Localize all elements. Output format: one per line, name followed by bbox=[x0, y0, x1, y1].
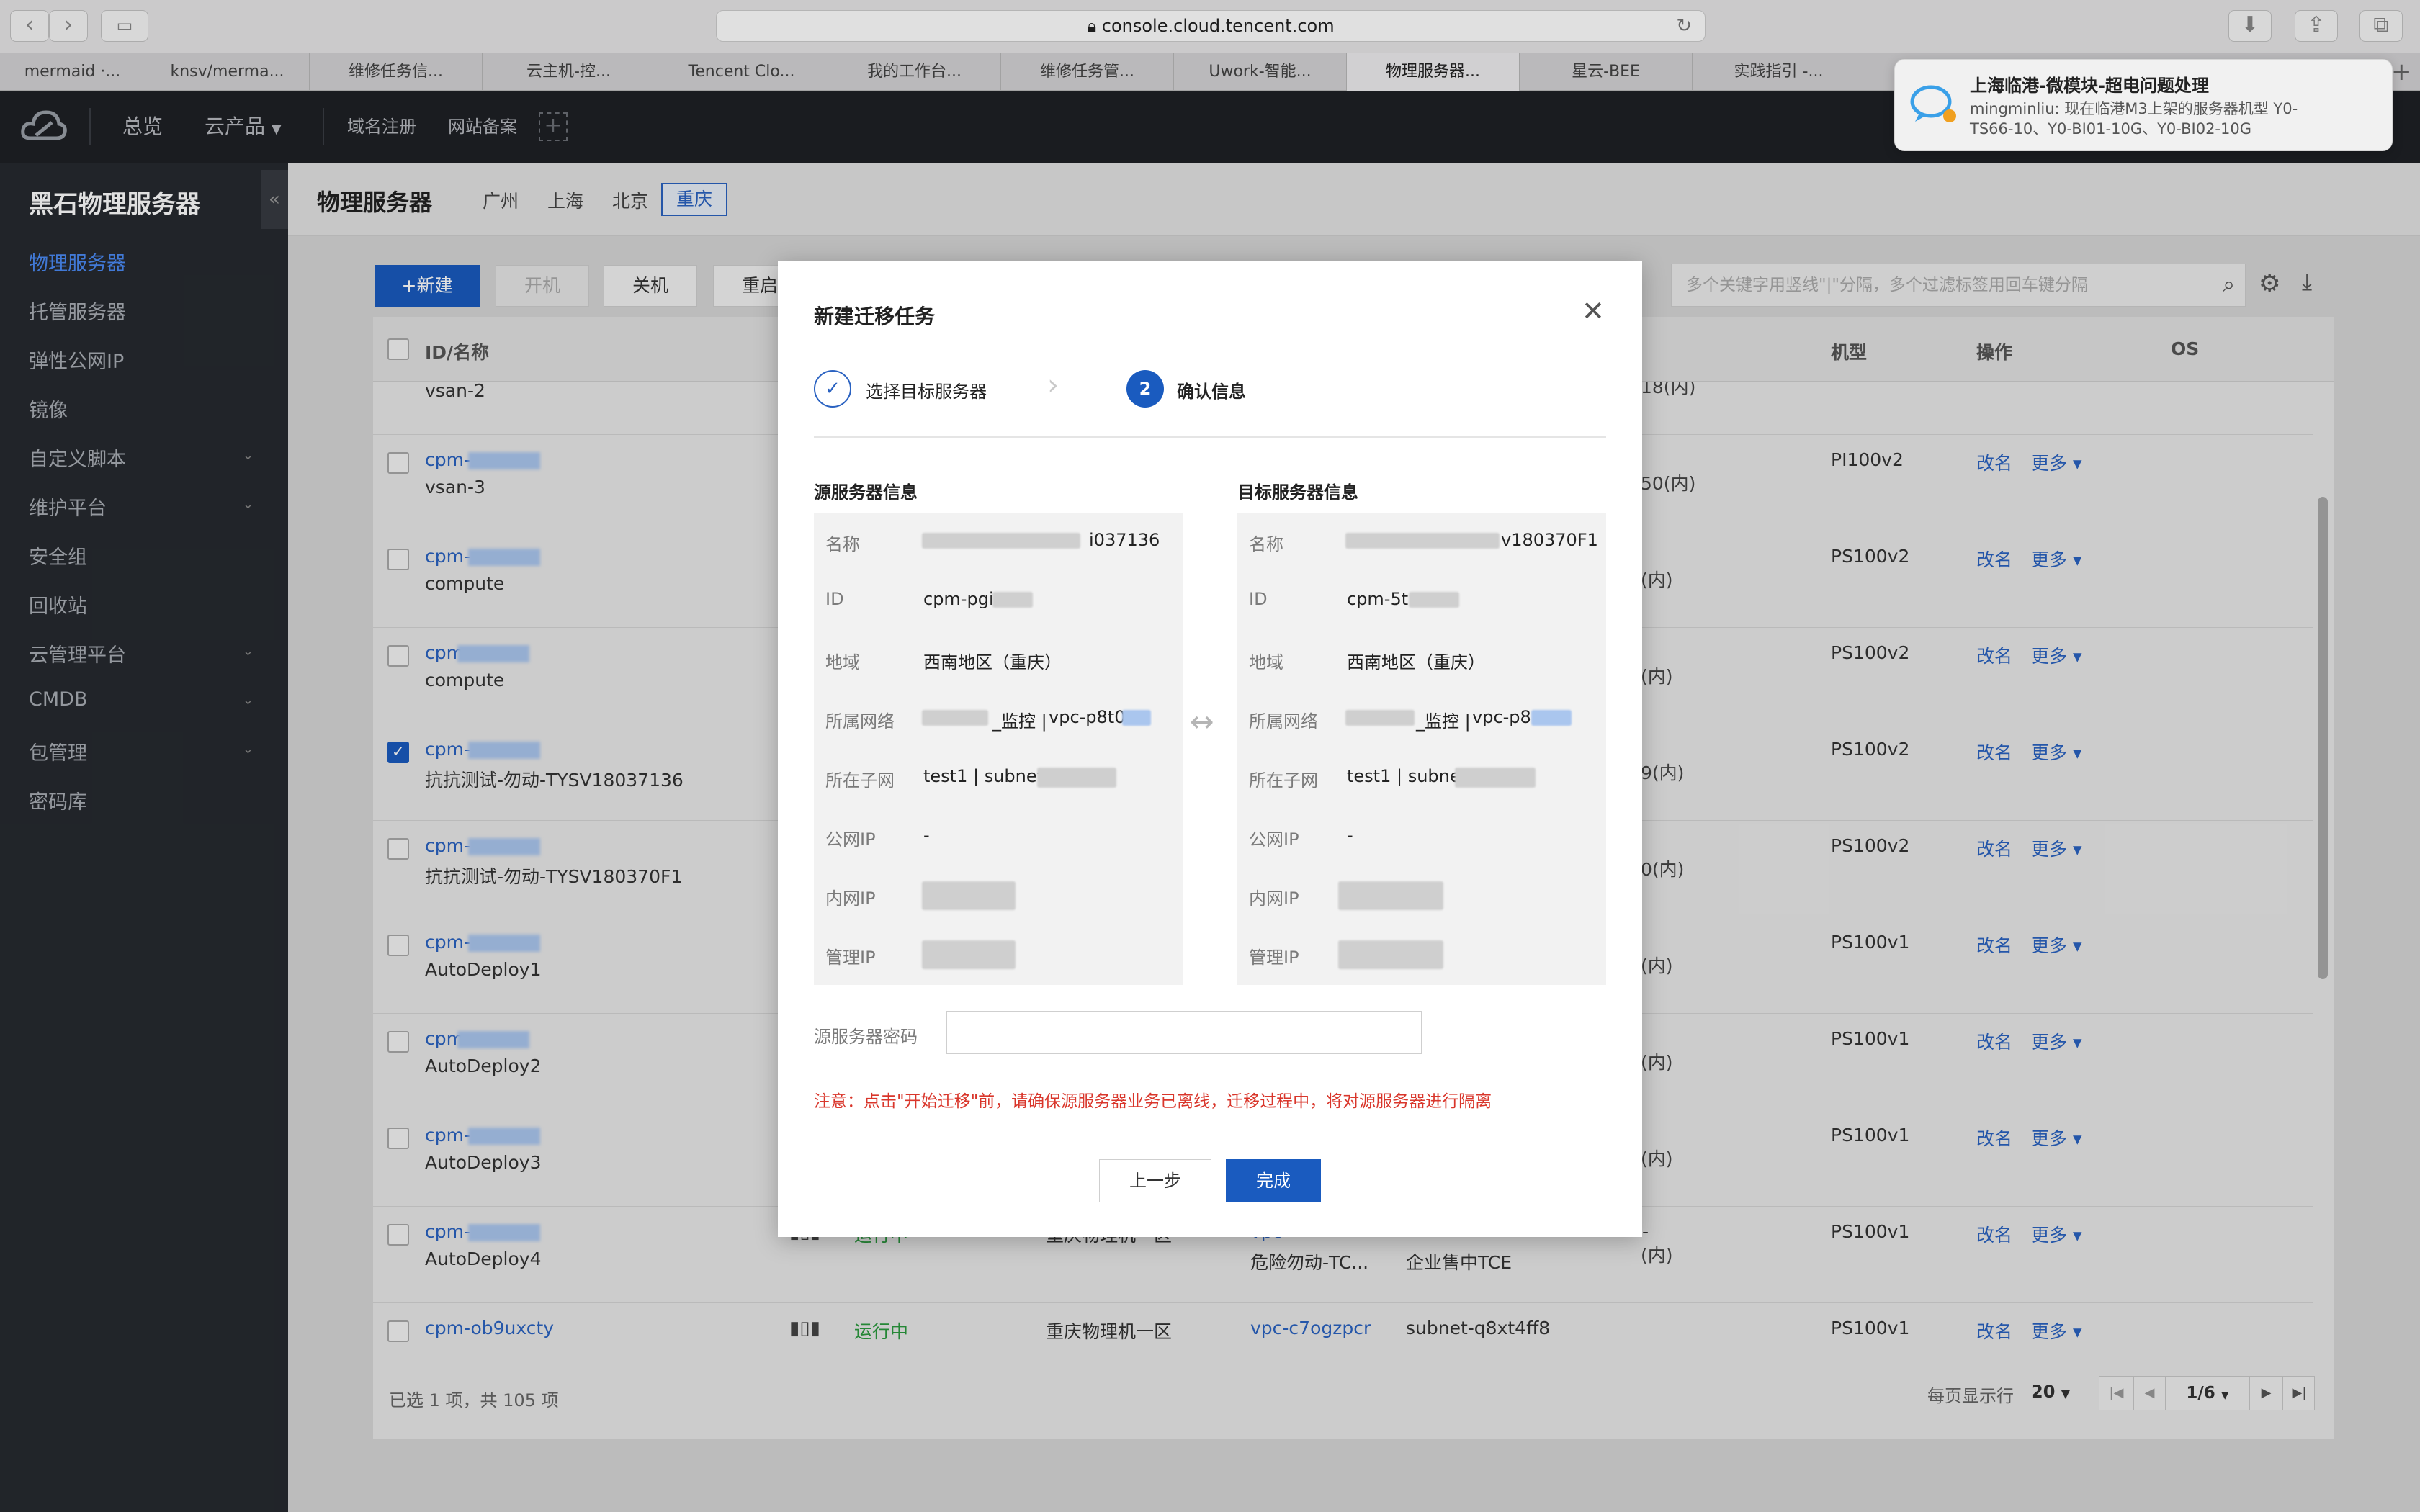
target-region-value: 西南地区（重庆） bbox=[1347, 652, 1485, 672]
modal-title: 新建迁移任务 bbox=[814, 305, 936, 328]
label-public-ip: 公网IP bbox=[825, 829, 876, 850]
label-public-ip: 公网IP bbox=[1249, 829, 1299, 850]
step2-number: 2 bbox=[1126, 370, 1164, 408]
label-name: 名称 bbox=[1249, 534, 1283, 554]
finish-button[interactable]: 完成 bbox=[1226, 1159, 1321, 1202]
label-private-ip: 内网IP bbox=[825, 888, 876, 909]
label-network: 所属网络 bbox=[825, 711, 895, 732]
target-title: 目标服务器信息 bbox=[1237, 482, 1358, 503]
source-title: 源服务器信息 bbox=[814, 482, 918, 503]
source-network-value: _监控 | bbox=[992, 711, 1047, 732]
migration-modal: 新建迁移任务 ✕ ✓ 选择目标服务器 › 2 确认信息 源服务器信息 目标服务器… bbox=[778, 261, 1642, 1237]
prev-button[interactable]: 上一步 bbox=[1099, 1159, 1211, 1202]
source-id-value: cpm-pgi bbox=[923, 589, 994, 609]
password-label: 源服务器密码 bbox=[814, 1027, 918, 1047]
target-name-value: v180370F1 bbox=[1501, 530, 1598, 550]
source-name-value: i037136 bbox=[1089, 530, 1160, 550]
label-id: ID bbox=[1249, 589, 1268, 609]
chat-app-icon bbox=[1908, 81, 1958, 126]
notification-line1: mingminliu: 现在临港M3上架的服务器机型 Y0- bbox=[1970, 100, 2298, 117]
label-name: 名称 bbox=[825, 534, 860, 554]
step1-label: 选择目标服务器 bbox=[866, 382, 987, 402]
label-id: ID bbox=[825, 589, 844, 609]
source-info-box: 名称 ID 地域 所属网络 所在子网 公网IP 内网IP 管理IP i03713… bbox=[814, 513, 1183, 985]
label-network: 所属网络 bbox=[1249, 711, 1318, 732]
target-network-value: _监控 | bbox=[1416, 711, 1471, 732]
step-arrow-icon: › bbox=[1047, 369, 1059, 402]
label-region: 地域 bbox=[1249, 652, 1283, 672]
label-subnet: 所在子网 bbox=[825, 770, 895, 791]
target-vpc-link[interactable]: vpc-p8 bbox=[1472, 707, 1531, 727]
target-id-value: cpm-5t bbox=[1347, 589, 1409, 609]
step-done-check-icon: ✓ bbox=[814, 370, 851, 408]
close-icon[interactable]: ✕ bbox=[1582, 295, 1605, 327]
label-mgmt-ip: 管理IP bbox=[825, 948, 876, 968]
step2-label: 确认信息 bbox=[1177, 382, 1246, 402]
source-subnet-value: test1 | subnet- bbox=[923, 766, 1050, 786]
notification-banner[interactable]: 上海临港-微模块-超电问题处理 mingminliu: 现在临港M3上架的服务器… bbox=[1894, 59, 2393, 151]
label-subnet: 所在子网 bbox=[1249, 770, 1318, 791]
source-password-input[interactable] bbox=[946, 1011, 1422, 1054]
migration-warning: 注意：点击"开始迁移"前，请确保源服务器业务已离线，迁移过程中，将对源服务器进行… bbox=[814, 1092, 1492, 1111]
label-region: 地域 bbox=[825, 652, 860, 672]
source-vpc-link[interactable]: vpc-p8t0 bbox=[1049, 707, 1125, 727]
source-region-value: 西南地区（重庆） bbox=[923, 652, 1062, 672]
notification-title: 上海临港-微模块-超电问题处理 bbox=[1970, 76, 2209, 96]
label-mgmt-ip: 管理IP bbox=[1249, 948, 1299, 968]
target-public-ip-value: - bbox=[1347, 825, 1353, 845]
label-private-ip: 内网IP bbox=[1249, 888, 1299, 909]
notification-line2: TS66-10、Y0-BI01-10G、Y0-BI02-10G bbox=[1970, 120, 2252, 138]
source-public-ip-value: - bbox=[923, 825, 930, 845]
migrate-arrow-icon: ↔ bbox=[1190, 706, 1214, 739]
target-info-box: 名称 ID 地域 所属网络 所在子网 公网IP 内网IP 管理IP v18037… bbox=[1237, 513, 1606, 985]
